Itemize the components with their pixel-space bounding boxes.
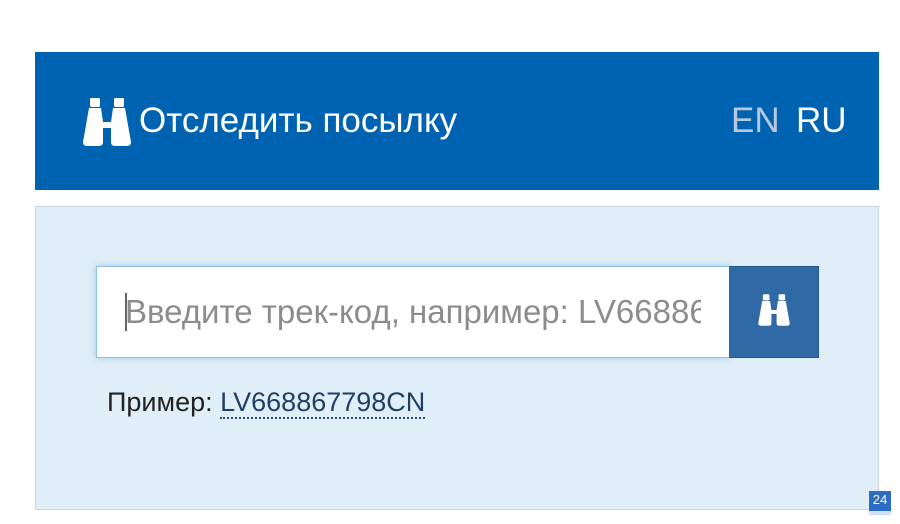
- corner-badge: 24: [869, 491, 891, 515]
- tracking-header: Отследить посылку EN RU: [35, 52, 879, 190]
- search-panel: Пример: LV668867798CN: [35, 206, 879, 510]
- binoculars-icon: [757, 293, 791, 332]
- text-cursor: [125, 293, 127, 331]
- binoculars-icon: [81, 96, 133, 148]
- language-ru-link[interactable]: RU: [796, 100, 847, 142]
- tracking-code-input[interactable]: [96, 266, 730, 358]
- page-title: Отследить посылку: [139, 101, 458, 140]
- example-label: Пример:: [107, 387, 213, 417]
- track-search-button[interactable]: [729, 266, 819, 358]
- example-code-link[interactable]: LV668867798CN: [220, 387, 426, 419]
- example-hint: Пример: LV668867798CN: [107, 385, 426, 419]
- language-en-link[interactable]: EN: [731, 100, 780, 142]
